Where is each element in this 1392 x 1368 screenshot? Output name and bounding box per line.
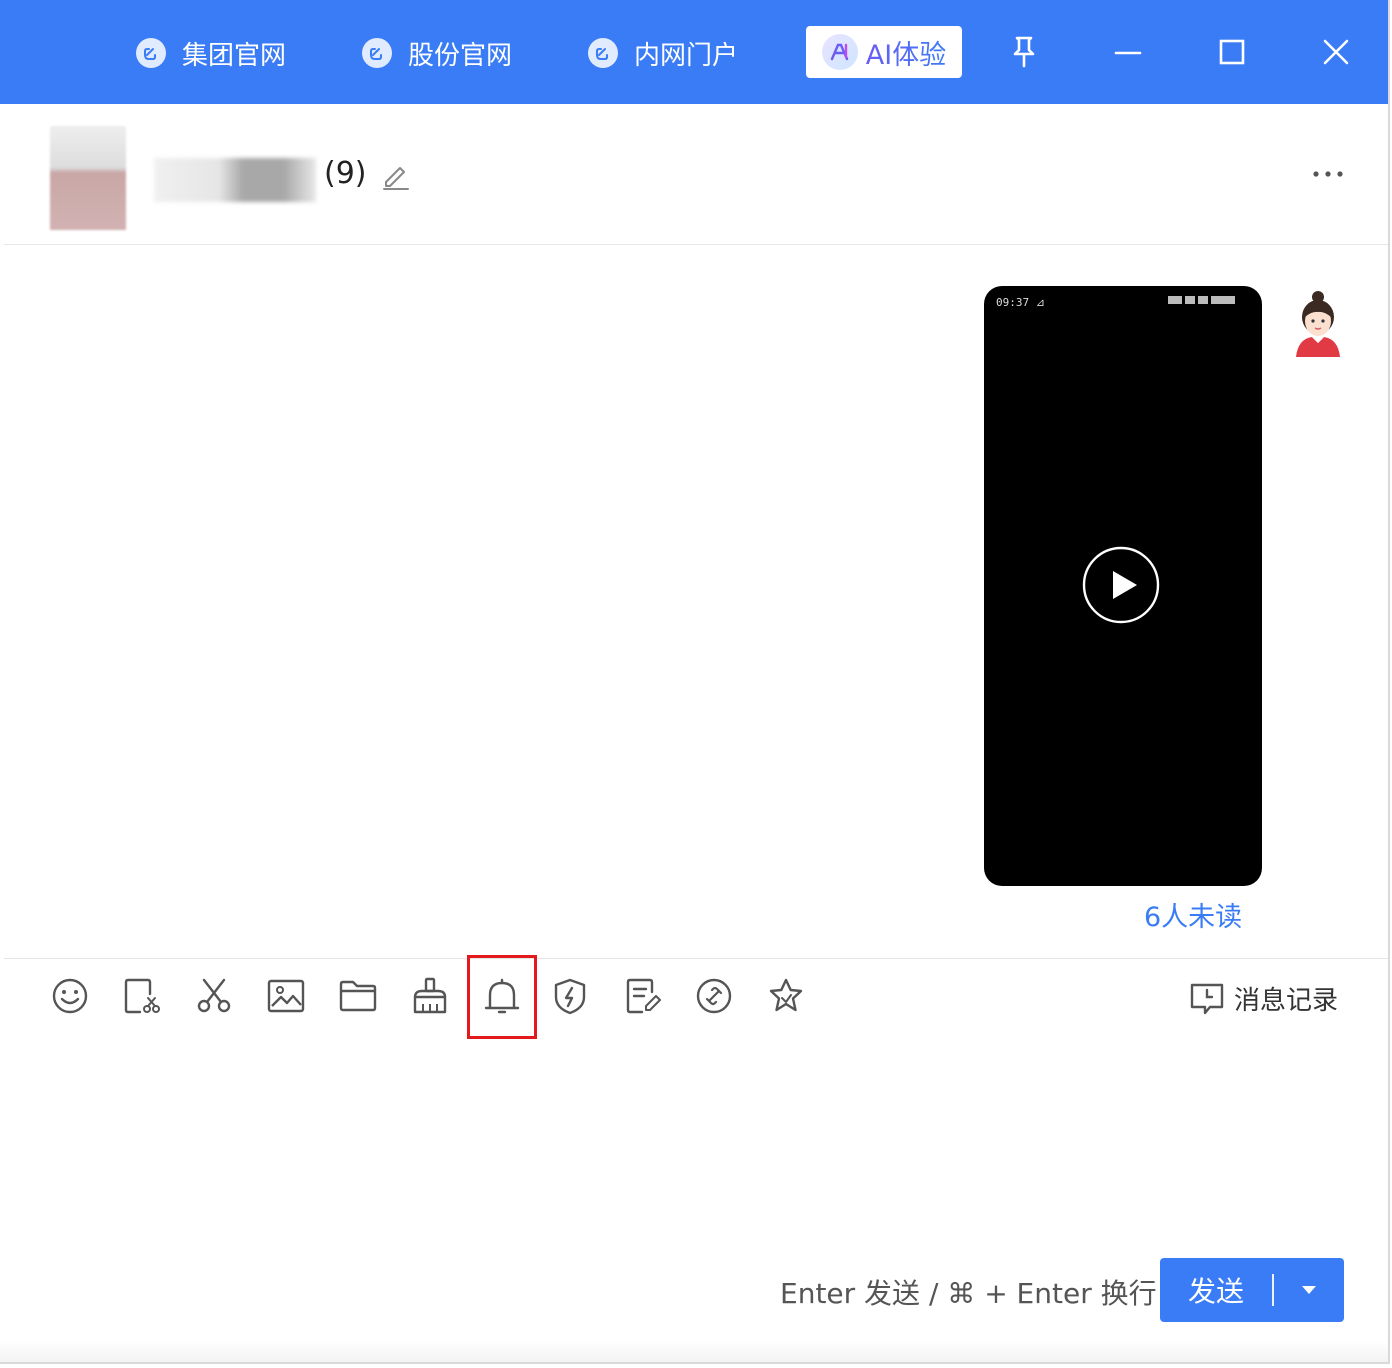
link-icon [136,38,166,68]
more-icon[interactable] [1310,164,1346,184]
ai-experience-button[interactable]: AI体验 [806,26,962,78]
sender-avatar[interactable] [1288,287,1348,357]
message-history-button[interactable]: 消息记录 [1188,976,1338,1020]
chat-header: (9) [4,104,1388,245]
folder-icon[interactable] [336,974,380,1018]
link-label: 内网门户 [634,40,739,71]
edit-icon[interactable] [378,158,412,192]
highlight-box [467,955,537,1039]
broom-icon[interactable] [408,974,452,1018]
chat-window: 集团官网 股份官网 内网门户 AI体验 (9) 09:37 ⊿ 6人未读 消息记… [0,0,1390,1364]
ai-label: AI体验 [866,33,946,72]
play-icon[interactable] [1082,546,1160,624]
ai-icon [821,34,858,70]
history-label: 消息记录 [1234,985,1339,1016]
send-label: 发送 [1187,1275,1244,1308]
video-message[interactable]: 09:37 ⊿ [984,286,1262,886]
divider [4,958,1388,959]
minimize-icon[interactable] [1106,30,1150,74]
star-icon[interactable] [764,974,808,1018]
group-name-blurred [154,158,316,202]
scissors-icon[interactable] [192,974,236,1018]
unread-count-link[interactable]: 6人未读 [1144,895,1242,934]
link-intranet-portal[interactable]: 内网门户 [588,30,738,76]
message-input[interactable] [4,1040,1388,1240]
history-icon [1190,983,1224,1015]
top-bar: 集团官网 股份官网 内网门户 AI体验 [0,0,1388,104]
video-status-icons [1168,296,1248,304]
bottom-edge [0,1340,1388,1362]
send-hint: Enter 发送 / ⌘ + Enter 换行 [780,1277,1157,1310]
send-separator [1272,1274,1274,1306]
emoji-icon[interactable] [48,974,92,1018]
link-label: 股份官网 [408,40,513,71]
note-icon[interactable] [620,974,664,1018]
send-button[interactable]: 发送 [1160,1258,1344,1322]
link-share-site[interactable]: 股份官网 [362,30,512,76]
member-count: (9) [324,156,367,191]
image-icon[interactable] [264,974,308,1018]
screenshot-icon[interactable] [120,974,164,1018]
group-avatar[interactable] [50,126,126,230]
message-list: 09:37 ⊿ 6人未读 [4,245,1388,957]
pin-icon[interactable] [1002,30,1046,74]
caret-down-icon [1302,1286,1316,1294]
shield-icon[interactable] [548,974,592,1018]
maximize-icon[interactable] [1210,30,1254,74]
send-options-dropdown[interactable] [1274,1284,1344,1296]
link-icon [362,38,392,68]
link-label: 集团官网 [182,40,287,71]
link-group-site[interactable]: 集团官网 [136,30,286,76]
link-icon[interactable] [692,974,736,1018]
link-icon [588,38,618,68]
video-status-time: 09:37 ⊿ [996,296,1045,309]
close-icon[interactable] [1314,30,1358,74]
